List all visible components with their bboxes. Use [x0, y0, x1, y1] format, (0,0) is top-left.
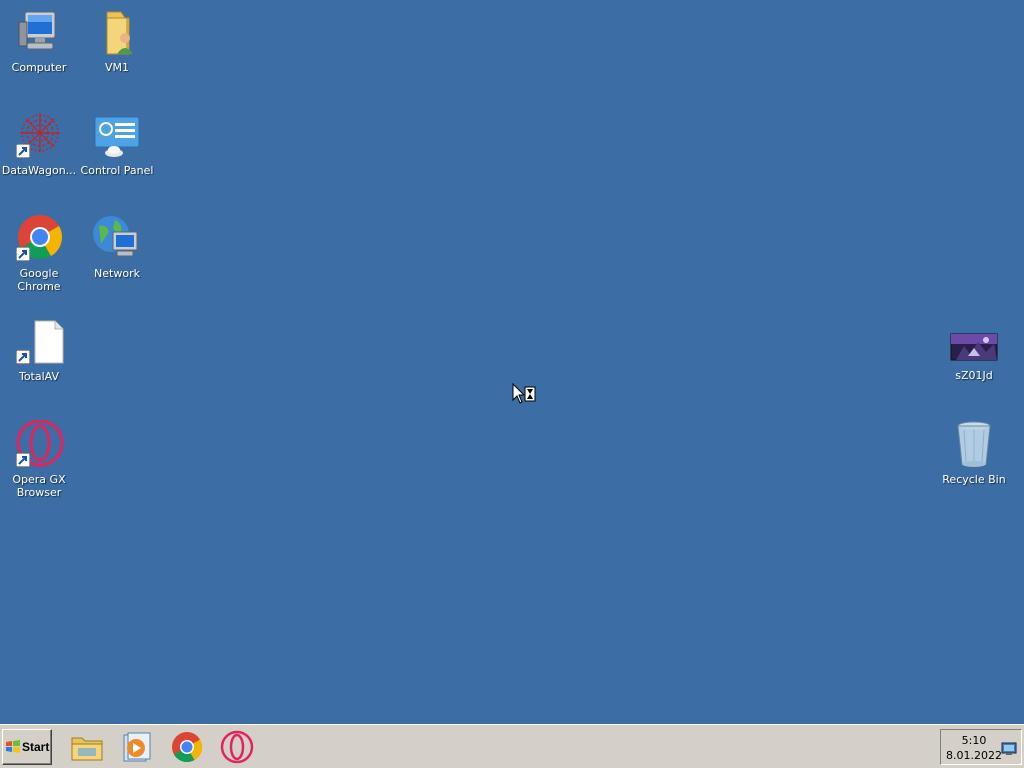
desktop-icon-label: sZ01Jd — [955, 369, 993, 382]
desktop-icon-network[interactable]: Network — [78, 214, 156, 280]
desktop-icon-label: Computer — [11, 61, 67, 74]
windows-flag-icon — [6, 740, 20, 753]
user-folder-icon — [91, 8, 143, 58]
opera-gx-icon — [13, 420, 65, 470]
blank-file-icon — [13, 317, 65, 367]
recycle-bin-icon — [948, 420, 1000, 470]
clock-time: 5:10 — [961, 734, 987, 747]
opera-icon[interactable] — [220, 730, 254, 764]
desktop-icon-label: TotalAV — [18, 370, 60, 383]
clock[interactable]: 5:10 8.01.2022 — [945, 733, 1003, 763]
desktop-icon-google-chrome[interactable]: Google Chrome — [0, 214, 78, 293]
desktop-icon-vm1[interactable]: VM1 — [78, 8, 156, 74]
shortcut-arrow-icon — [16, 247, 30, 261]
desktop-icon-datawagon[interactable]: DataWagon... — [0, 111, 78, 177]
desktop-icon-label: DataWagon... — [1, 164, 77, 177]
desktop-icon-label: Network — [94, 267, 140, 280]
clock-date: 8.01.2022 — [946, 749, 1002, 762]
chrome-icon[interactable] — [170, 730, 204, 764]
control-panel-icon — [91, 111, 143, 161]
desktop-icon-label-line1: Opera GX — [12, 473, 66, 486]
computer-icon — [13, 8, 65, 58]
network-icon — [91, 214, 143, 264]
desktop-icon-computer[interactable]: Computer — [0, 8, 78, 74]
shortcut-arrow-icon — [16, 144, 30, 158]
desktop-icon-label: Google Chrome — [17, 267, 61, 293]
desktop-icon-label: Control Panel — [80, 164, 154, 177]
desktop-icon-label-line2: Browser — [16, 486, 62, 499]
start-label: Start — [22, 740, 50, 754]
image-thumbnail-icon — [948, 328, 1000, 366]
desktop-icon-label: VM1 — [104, 61, 129, 74]
desktop-icon-opera-gx[interactable]: Opera GX Browser — [0, 420, 78, 499]
media-player-icon[interactable] — [120, 730, 154, 764]
busy-cursor-icon — [512, 383, 536, 404]
start-button[interactable]: Start — [2, 729, 52, 765]
network-monitor-icon[interactable] — [1001, 742, 1017, 756]
explorer-icon[interactable] — [70, 730, 104, 764]
shortcut-arrow-icon — [16, 453, 30, 467]
desktop[interactable]: Computer VM1 DataWagon... Control Panel … — [0, 0, 1024, 724]
desktop-icon-label: Recycle Bin — [942, 473, 1006, 486]
chrome-icon — [13, 214, 65, 264]
shortcut-arrow-icon — [16, 350, 30, 364]
desktop-icon-recycle-bin[interactable]: Recycle Bin — [935, 420, 1013, 486]
desktop-icon-totalav[interactable]: TotalAV — [0, 317, 78, 383]
system-tray: 5:10 8.01.2022 — [940, 729, 1022, 765]
taskbar: Start 5:10 8.01.2022 — [0, 724, 1024, 768]
datawagon-icon — [13, 111, 65, 161]
desktop-icon-control-panel[interactable]: Control Panel — [78, 111, 156, 177]
desktop-icon-sz01jd[interactable]: sZ01Jd — [935, 328, 1013, 382]
